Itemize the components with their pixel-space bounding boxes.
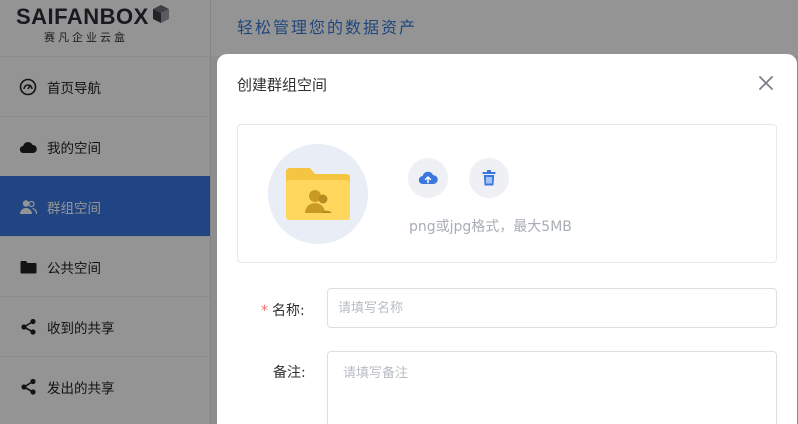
dialog-title: 创建群组空间: [237, 76, 328, 94]
close-button[interactable]: [757, 74, 775, 92]
name-input[interactable]: [327, 288, 777, 328]
note-label: 备注:: [273, 365, 306, 381]
delete-button[interactable]: [469, 158, 509, 198]
upload-button[interactable]: [408, 158, 448, 198]
group-folder-icon: [286, 168, 350, 220]
avatar-preview: [268, 144, 368, 244]
required-asterisk: *: [261, 303, 268, 319]
note-input[interactable]: [327, 351, 777, 424]
upload-hint: png或jpg格式，最大5MB: [409, 219, 572, 235]
close-icon: [759, 76, 773, 90]
create-group-space-dialog: 创建群组空间 png或jpg格式，最大5MB *名称: 备注:: [217, 54, 797, 424]
cloud-upload-icon: [418, 171, 438, 185]
trash-icon: [482, 170, 496, 186]
name-label: * 名称:: [261, 303, 305, 319]
avatar-upload-card: png或jpg格式，最大5MB: [237, 124, 777, 263]
